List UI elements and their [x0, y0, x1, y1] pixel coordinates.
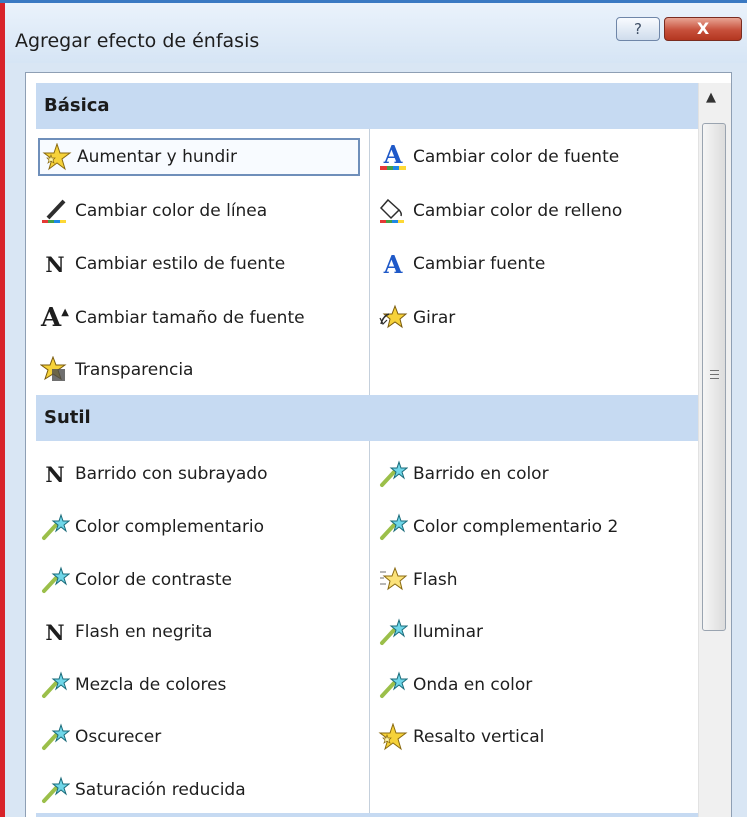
- fill-bucket-icon: [376, 196, 410, 226]
- effect-item-label: Cambiar estilo de fuente: [75, 254, 286, 274]
- effect-item-flash[interactable]: Flash: [376, 561, 458, 599]
- scroll-up-arrow-icon[interactable]: ▲: [706, 90, 716, 105]
- pen-color-icon: [38, 196, 72, 226]
- effect-item-label: Saturación reducida: [75, 780, 246, 800]
- effect-item-label: Cambiar color de fuente: [413, 147, 620, 167]
- effect-item-color-complementario-2[interactable]: Color complementario 2: [376, 508, 618, 546]
- effect-item-label: Flash: [413, 570, 458, 590]
- effect-item-cambiar-color-relleno[interactable]: Cambiar color de relleno: [376, 192, 622, 230]
- wand-star-icon: [376, 617, 410, 647]
- group-header-next: [36, 813, 722, 817]
- effect-item-label: Mezcla de colores: [75, 675, 227, 695]
- group-header-sutil: Sutil: [36, 395, 722, 441]
- dialog-window: Agregar efecto de énfasis ? X Básica Aum…: [0, 0, 747, 817]
- effect-item-barrido-con-subrayado[interactable]: N Barrido con subrayado: [38, 455, 268, 493]
- font-a-icon: A: [383, 249, 403, 279]
- effect-item-label: Oscurecer: [75, 727, 162, 747]
- effect-item-aumentar-y-hundir[interactable]: Aumentar y hundir: [38, 138, 360, 176]
- effect-item-label: Cambiar color de línea: [75, 201, 268, 221]
- scroll-thumb[interactable]: [702, 123, 726, 631]
- effect-item-label: Cambiar tamaño de fuente: [75, 308, 305, 328]
- effect-item-label: Iluminar: [413, 622, 483, 642]
- star-burst-icon: [40, 142, 74, 172]
- group-header-basica: Básica: [36, 83, 722, 129]
- effect-item-oscurecer[interactable]: Oscurecer: [38, 718, 161, 756]
- close-button[interactable]: X: [664, 17, 742, 41]
- effect-item-cambiar-tamano-fuente[interactable]: A ▲ Cambiar tamaño de fuente: [38, 299, 305, 337]
- spin-star-icon: [376, 303, 410, 333]
- transparency-star-icon: [38, 355, 72, 385]
- title-bar[interactable]: Agregar efecto de énfasis ? X: [5, 3, 747, 63]
- effect-item-cambiar-fuente[interactable]: A Cambiar fuente: [376, 245, 546, 283]
- wand-star-icon: [38, 670, 72, 700]
- effect-item-label: Color complementario 2: [413, 517, 619, 537]
- effect-item-label: Cambiar color de relleno: [413, 201, 623, 221]
- effect-item-label: Barrido en color: [413, 464, 549, 484]
- effect-item-label: Onda en color: [413, 675, 533, 695]
- effect-item-label: Transparencia: [75, 360, 194, 380]
- bold-n-icon: N: [45, 619, 65, 645]
- font-color-icon: A: [376, 142, 410, 172]
- effect-item-mezcla-de-colores[interactable]: Mezcla de colores: [38, 666, 226, 704]
- effect-item-cambiar-color-fuente[interactable]: A Cambiar color de fuente: [376, 138, 619, 176]
- effect-item-transparencia[interactable]: Transparencia: [38, 351, 193, 389]
- wand-star-icon: [376, 670, 410, 700]
- grip-icon: [710, 370, 719, 382]
- effect-item-label: Girar: [413, 308, 456, 328]
- wand-star-icon: [376, 512, 410, 542]
- column-divider: [369, 441, 370, 817]
- effect-item-label: Barrido con subrayado: [75, 464, 268, 484]
- effect-item-label: Color complementario: [75, 517, 265, 537]
- wand-star-icon: [376, 459, 410, 489]
- effect-item-label: Flash en negrita: [75, 622, 213, 642]
- wand-star-icon: [38, 775, 72, 805]
- wand-star-icon: [38, 512, 72, 542]
- window-edge: [0, 0, 5, 817]
- effect-item-label: Aumentar y hundir: [77, 147, 237, 167]
- effect-item-cambiar-estilo-fuente[interactable]: N Cambiar estilo de fuente: [38, 245, 285, 283]
- effects-list: Básica Aumentar y hundir Cambiar color d…: [25, 72, 732, 817]
- effect-item-label: Color de contraste: [75, 570, 233, 590]
- effect-item-resalto-vertical[interactable]: Resalto vertical: [376, 718, 544, 756]
- column-divider: [369, 129, 370, 395]
- effect-item-color-de-contraste[interactable]: Color de contraste: [38, 561, 232, 599]
- wand-star-icon: [38, 722, 72, 752]
- bold-n-icon: N: [45, 461, 65, 487]
- flash-star-icon: [376, 565, 410, 595]
- help-button[interactable]: ?: [616, 17, 660, 41]
- effect-item-label: Resalto vertical: [413, 727, 545, 747]
- effect-item-cambiar-color-linea[interactable]: Cambiar color de línea: [38, 192, 267, 230]
- effect-item-barrido-en-color[interactable]: Barrido en color: [376, 455, 549, 493]
- font-size-icon: A ▲: [41, 303, 69, 333]
- effect-item-iluminar[interactable]: Iluminar: [376, 613, 483, 651]
- effect-item-girar[interactable]: Girar: [376, 299, 455, 337]
- dialog-title: Agregar efecto de énfasis: [15, 30, 260, 52]
- effect-item-flash-en-negrita[interactable]: N Flash en negrita: [38, 613, 212, 651]
- vertical-scrollbar[interactable]: ▲: [698, 83, 731, 817]
- effect-item-label: Cambiar fuente: [413, 254, 546, 274]
- effect-item-saturacion-reducida[interactable]: Saturación reducida: [38, 771, 246, 809]
- effect-item-onda-en-color[interactable]: Onda en color: [376, 666, 532, 704]
- star-burst-icon: [376, 722, 410, 752]
- effect-item-color-complementario[interactable]: Color complementario: [38, 508, 264, 546]
- wand-star-icon: [38, 565, 72, 595]
- bold-n-icon: N: [45, 251, 65, 277]
